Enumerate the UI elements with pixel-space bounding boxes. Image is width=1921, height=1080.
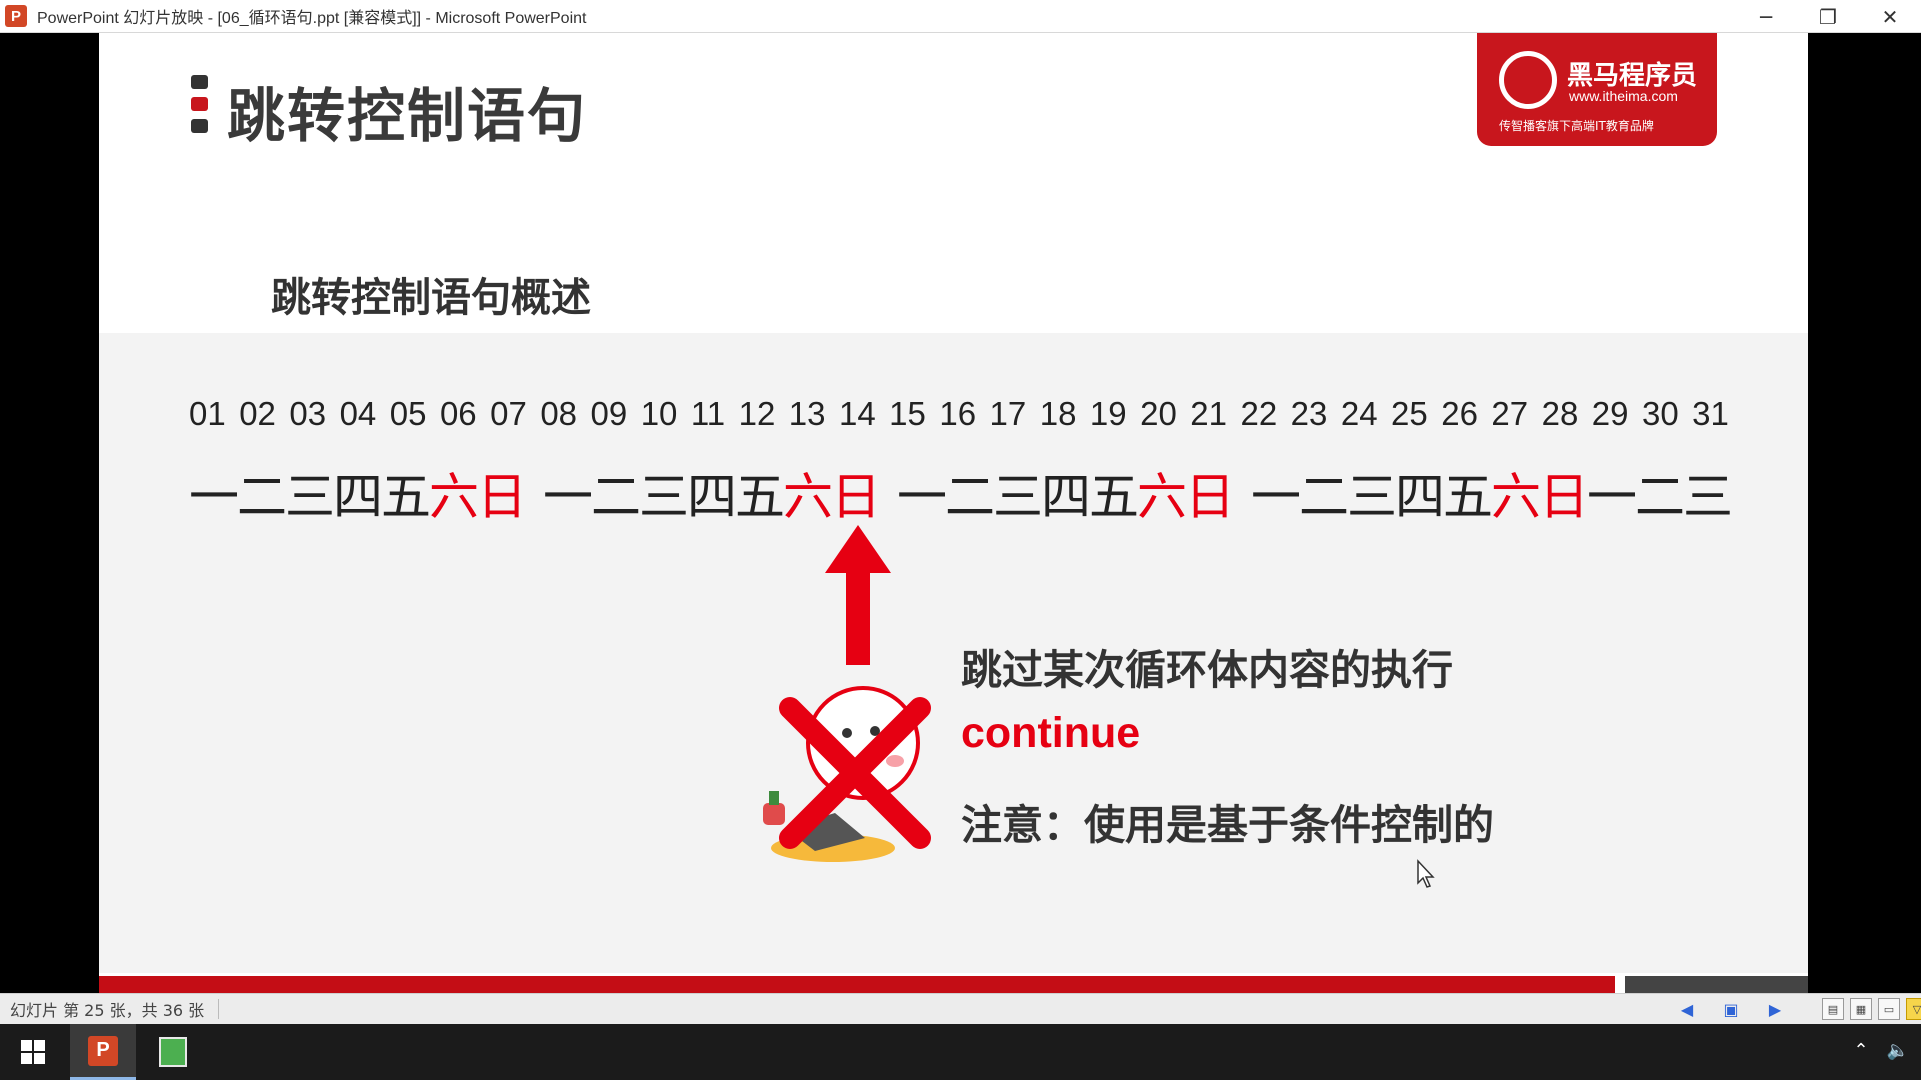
day-number: 29: [1591, 395, 1629, 432]
weekday-group: 一二三四五: [897, 468, 1139, 526]
title-bullet-icon: [191, 75, 208, 133]
slideshow-border-right: [1808, 33, 1921, 993]
next-slide-button[interactable]: ▶: [1764, 998, 1786, 1020]
weekend-group: 六日: [1137, 468, 1235, 526]
day-number: 15: [889, 395, 926, 432]
normal-view-button[interactable]: ▤: [1822, 998, 1844, 1020]
day-number: 27: [1491, 395, 1529, 432]
up-arrow-icon: [825, 525, 891, 665]
day-number: 03: [289, 395, 327, 432]
slide[interactable]: 跳转控制语句 黑马程序员 www.itheima.com 传智播客旗下高端IT教…: [99, 33, 1808, 993]
slide-sorter-button[interactable]: ▦: [1850, 998, 1872, 1020]
slide-menu-button[interactable]: ▣: [1720, 998, 1742, 1020]
weekend-group: 六日: [429, 468, 527, 526]
system-tray: ⌃ 🔈: [1853, 1040, 1909, 1061]
day-number: 12: [738, 395, 776, 432]
day-number: 26: [1441, 395, 1478, 432]
slide-title: 跳转控制语句: [227, 82, 588, 150]
day-number: 17: [989, 395, 1027, 432]
day-number: 19: [1089, 395, 1127, 432]
horse-logo-icon: [1499, 51, 1557, 109]
brand-logo: 黑马程序员 www.itheima.com 传智播客旗下高端IT教育品牌: [1477, 33, 1717, 146]
day-number: 14: [838, 395, 876, 432]
slide-counter: 幻灯片 第 25 张，共 36 张: [10, 1001, 205, 1020]
window-title: PowerPoint 幻灯片放映 - [06_循环语句.ppt [兼容模式]] …: [37, 10, 587, 27]
keyword-continue: continue: [961, 709, 1141, 757]
note-text: 注意：使用是基于条件控制的: [961, 801, 1494, 849]
weekday-group: 一二三四五: [189, 468, 431, 526]
slide-progress-remaining: [1625, 976, 1808, 993]
day-number: 07: [490, 395, 527, 432]
day-number: 02: [239, 395, 276, 432]
reading-view-button[interactable]: ▭: [1878, 998, 1900, 1020]
day-number: 20: [1140, 395, 1177, 432]
window-controls: ─ ❐ ✕: [1735, 0, 1921, 33]
powerpoint-icon: P: [5, 5, 27, 27]
minimize-button[interactable]: ─: [1735, 0, 1797, 33]
section-subtitle: 跳转控制语句概述: [271, 275, 591, 321]
weekday-group: 一二三四五: [1251, 468, 1493, 526]
day-numbers-row: 01 02 03 04 05 06 07 08 09 10 11 12 13 14 15 16 17 18 19 20…: [189, 395, 1729, 433]
day-number: 28: [1541, 395, 1579, 432]
weekend-group: 六日: [1491, 468, 1589, 526]
day-number: 06: [439, 395, 477, 432]
day-number: 16: [939, 395, 977, 432]
chevron-up-icon[interactable]: ⌃: [1853, 1040, 1868, 1061]
weekend-group: 六日: [783, 468, 881, 526]
day-number: 01: [189, 395, 226, 432]
day-number: 21: [1190, 395, 1228, 432]
mascot-x-icon: [763, 686, 931, 862]
slideshow-view-button[interactable]: ▽: [1906, 998, 1921, 1020]
powerpoint-taskbar-icon: P: [88, 1035, 118, 1066]
taskbar-powerpoint[interactable]: P: [70, 1024, 136, 1080]
day-number: 31: [1692, 395, 1729, 432]
slideshow-border-left: [0, 33, 99, 993]
day-number: 10: [640, 395, 678, 432]
logo-name: 黑马程序员: [1567, 61, 1698, 91]
close-button[interactable]: ✕: [1859, 0, 1921, 33]
mouse-cursor-icon: [1417, 859, 1435, 888]
weekday-row: 一二三四五六日 一二三四五六日 一二三四五六日 一二三四五六日一二三: [189, 457, 1733, 529]
day-number: 08: [540, 395, 578, 432]
view-switcher: ▤ ▦ ▭ ▽: [1822, 998, 1921, 1020]
day-number: 04: [339, 395, 377, 432]
windows-icon: [21, 1040, 45, 1064]
status-divider: [218, 999, 220, 1019]
day-number: 24: [1340, 395, 1378, 432]
day-number: 11: [690, 395, 726, 432]
window-titlebar: P PowerPoint 幻灯片放映 - [06_循环语句.ppt [兼容模式]…: [0, 0, 1921, 33]
day-number: 30: [1641, 395, 1679, 432]
volume-icon[interactable]: 🔈: [1887, 1040, 1909, 1061]
logo-tagline: 传智播客旗下高端IT教育品牌: [1499, 119, 1654, 133]
projector-icon: [159, 1037, 187, 1067]
weekday-group: 一二三: [1587, 468, 1733, 526]
status-bar: 幻灯片 第 25 张，共 36 张 ◀ ▣ ▶ ▤ ▦ ▭ ▽: [0, 993, 1921, 1024]
weekday-group: 一二三四五: [543, 468, 785, 526]
taskbar: P ⌃ 🔈: [0, 1024, 1921, 1080]
taskbar-projector[interactable]: [140, 1024, 206, 1080]
day-number: 13: [788, 395, 826, 432]
day-number: 25: [1391, 395, 1428, 432]
day-number: 22: [1240, 395, 1278, 432]
day-number: 05: [389, 395, 427, 432]
slideshow-nav: ◀ ▣ ▶: [1676, 998, 1786, 1020]
day-number: 23: [1290, 395, 1328, 432]
previous-slide-button[interactable]: ◀: [1676, 998, 1698, 1020]
restore-button[interactable]: ❐: [1797, 0, 1859, 33]
slide-progress-bar: [99, 976, 1615, 993]
day-number: 09: [590, 395, 628, 432]
description-text: 跳过某次循环体内容的执行: [961, 646, 1453, 694]
start-button[interactable]: [0, 1024, 66, 1080]
logo-url: www.itheima.com: [1569, 88, 1678, 104]
day-number: 18: [1039, 395, 1077, 432]
